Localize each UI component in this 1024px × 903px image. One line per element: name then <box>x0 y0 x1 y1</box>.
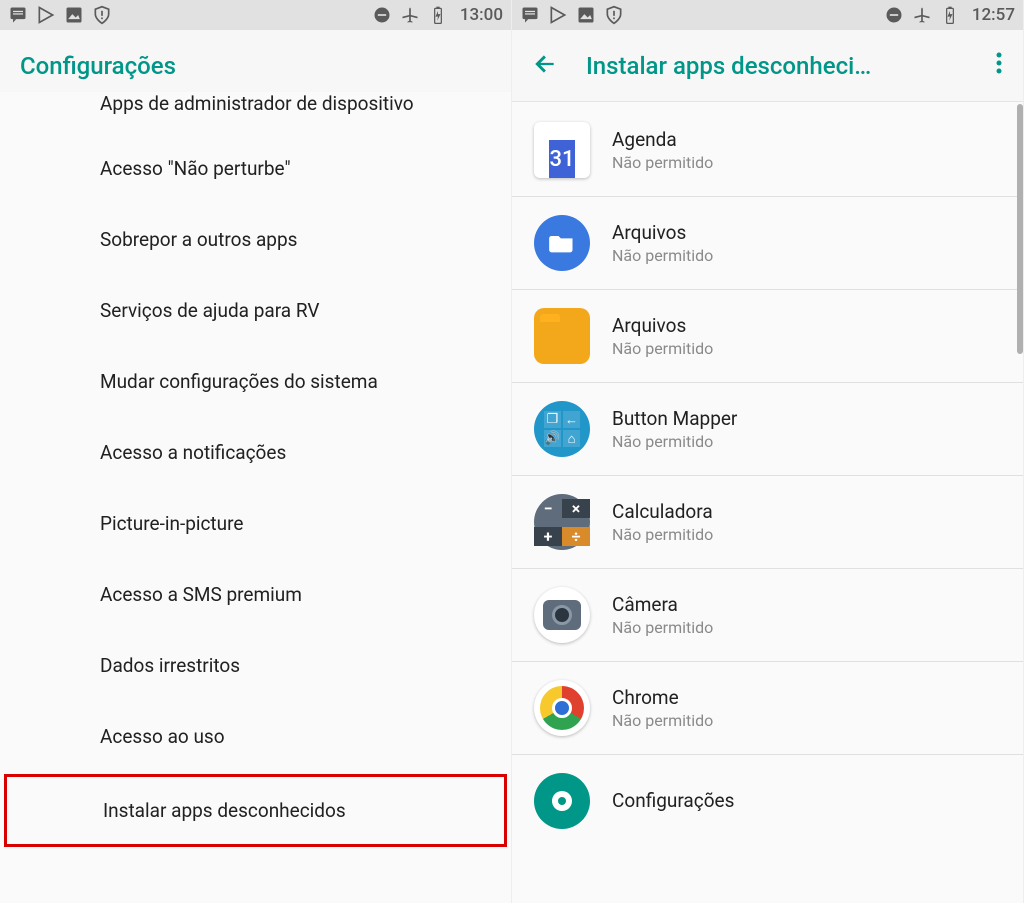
arrow-left-icon <box>532 51 558 77</box>
dnd-icon <box>884 5 904 25</box>
page-title: Instalar apps desconheci… <box>586 52 967 80</box>
app-status: Não permitido <box>612 432 737 451</box>
settings-item-notification-access[interactable]: Acesso a notificações <box>0 417 511 488</box>
battery-charging-icon <box>940 5 960 25</box>
settings-item-unrestricted-data[interactable]: Dados irrestritos <box>0 630 511 701</box>
play-store-icon <box>36 5 56 25</box>
airplane-icon <box>400 5 420 25</box>
settings-item-overlay-apps[interactable]: Sobrepor a outros apps <box>0 204 511 275</box>
phone-left: 13:00 Configurações Apps de administrado… <box>0 0 512 903</box>
folder-app-icon <box>534 308 590 364</box>
more-menu-button[interactable] <box>995 52 1003 80</box>
status-right-icons: 12:57 <box>884 5 1015 25</box>
button-mapper-icon: ❐←🔊⌂ <box>534 401 590 457</box>
settings-item-usage-access[interactable]: Acesso ao uso <box>0 701 511 772</box>
header: Instalar apps desconheci… <box>512 30 1023 102</box>
phone-right: 12:57 Instalar apps desconheci… 31 Agend… <box>512 0 1024 903</box>
app-name: Configurações <box>612 789 734 812</box>
gallery-icon <box>576 5 596 25</box>
battery-charging-icon <box>428 5 448 25</box>
status-left-icons <box>520 5 624 25</box>
status-time: 13:00 <box>460 5 503 25</box>
app-item-camera[interactable]: Câmera Não permitido <box>512 569 1023 662</box>
app-name: Calculadora <box>612 500 713 523</box>
folder-icon <box>548 229 576 257</box>
status-left-icons <box>8 5 112 25</box>
chrome-icon <box>534 680 590 736</box>
settings-item-pip[interactable]: Picture-in-picture <box>0 488 511 559</box>
calendar-day: 31 <box>549 140 574 178</box>
settings-item-dnd-access[interactable]: Acesso "Não perturbe" <box>0 133 511 204</box>
play-store-icon <box>548 5 568 25</box>
app-item-calculadora[interactable]: −×+÷ Calculadora Não permitido <box>512 476 1023 569</box>
app-status: Não permitido <box>612 153 713 172</box>
app-item-chrome[interactable]: Chrome Não permitido <box>512 662 1023 755</box>
app-status: Não permitido <box>612 711 713 730</box>
app-name: Button Mapper <box>612 407 737 430</box>
files-circle-icon <box>534 215 590 271</box>
app-name: Câmera <box>612 593 713 616</box>
app-item-configuracoes[interactable]: Configurações <box>512 755 1023 829</box>
airplane-icon <box>912 5 932 25</box>
back-button[interactable] <box>532 51 558 81</box>
app-item-arquivos-1[interactable]: Arquivos Não permitido <box>512 197 1023 290</box>
settings-item-vr-helper[interactable]: Serviços de ajuda para RV <box>0 275 511 346</box>
app-name: Chrome <box>612 686 713 709</box>
status-bar: 12:57 <box>512 0 1023 30</box>
chat-icon <box>8 5 28 25</box>
app-item-arquivos-2[interactable]: Arquivos Não permitido <box>512 290 1023 383</box>
more-vert-icon <box>995 52 1003 74</box>
app-item-agenda[interactable]: 31 Agenda Não permitido <box>512 102 1023 197</box>
chat-icon <box>520 5 540 25</box>
app-name: Arquivos <box>612 221 713 244</box>
settings-list[interactable]: Apps de administrador de dispositivo Ace… <box>0 92 511 847</box>
settings-item-admin-apps[interactable]: Apps de administrador de dispositivo <box>0 92 511 133</box>
status-bar: 13:00 <box>0 0 511 30</box>
settings-item-install-unknown-apps[interactable]: Instalar apps desconhecidos <box>7 777 504 844</box>
camera-icon <box>534 587 590 643</box>
calculator-icon: −×+÷ <box>534 494 590 550</box>
app-name: Arquivos <box>612 314 713 337</box>
app-status: Não permitido <box>612 525 713 544</box>
app-status: Não permitido <box>612 246 713 265</box>
app-status: Não permitido <box>612 618 713 637</box>
scrollbar[interactable] <box>1017 104 1023 354</box>
settings-item-modify-system[interactable]: Mudar configurações do sistema <box>0 346 511 417</box>
calendar-icon: 31 <box>534 122 590 178</box>
app-item-button-mapper[interactable]: ❐←🔊⌂ Button Mapper Não permitido <box>512 383 1023 476</box>
gallery-icon <box>64 5 84 25</box>
status-right-icons: 13:00 <box>372 5 503 25</box>
shield-alert-icon <box>604 5 624 25</box>
status-time: 12:57 <box>972 5 1015 25</box>
highlight-annotation: Instalar apps desconhecidos <box>4 774 507 847</box>
settings-gear-icon <box>534 773 590 829</box>
app-name: Agenda <box>612 128 713 151</box>
settings-item-premium-sms[interactable]: Acesso a SMS premium <box>0 559 511 630</box>
shield-alert-icon <box>92 5 112 25</box>
app-list[interactable]: 31 Agenda Não permitido Arquivos Não per… <box>512 102 1023 829</box>
page-title: Configurações <box>20 52 491 80</box>
app-status: Não permitido <box>612 339 713 358</box>
dnd-icon <box>372 5 392 25</box>
